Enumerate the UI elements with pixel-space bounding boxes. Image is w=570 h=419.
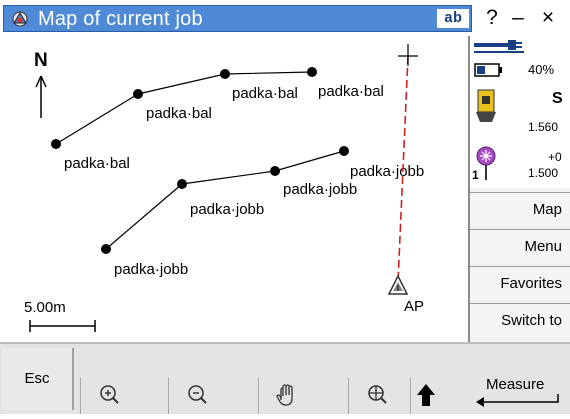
map-point[interactable] (51, 139, 61, 149)
zoom-extents-icon (368, 385, 387, 404)
point-label: padka·bal (146, 105, 212, 122)
map-point[interactable] (270, 166, 280, 176)
measure-label: Measure (486, 376, 545, 393)
zoom-in-icon (100, 385, 119, 404)
status-panel[interactable]: 40% S 1.560 1 +0 1.500 (470, 36, 570, 188)
measure-button[interactable]: Measure (470, 348, 568, 410)
station-label: AP (404, 298, 424, 315)
instrument-icon (476, 89, 496, 122)
point-label: padka·jobb (350, 163, 424, 180)
app-icon (12, 11, 28, 27)
close-button[interactable]: × (538, 5, 558, 31)
zoom-in-button[interactable] (80, 378, 139, 414)
point-label: padka·bal (232, 85, 298, 102)
help-button[interactable]: ? (482, 5, 502, 31)
minimize-button[interactable]: – (508, 5, 528, 31)
point-label: padka·bal (318, 83, 384, 100)
zoom-extents-button[interactable] (348, 378, 407, 414)
favorites-button[interactable]: Favorites (470, 266, 570, 300)
scale-label: 5.00m (24, 299, 66, 316)
point-label: padka·bal (64, 155, 130, 172)
title-bar-blue: Map of current job ab (3, 5, 472, 32)
map-button[interactable]: Map (470, 192, 570, 226)
map-point[interactable] (339, 146, 349, 156)
ab-toggle-button[interactable]: ab (437, 9, 469, 28)
map-point[interactable] (220, 69, 230, 79)
pan-button[interactable] (258, 378, 317, 414)
instrument-height: 1.560 (528, 120, 559, 134)
hand-pan-icon (276, 384, 293, 406)
point-label: padka·jobb (283, 181, 357, 198)
target-height: 1.500 (528, 166, 559, 180)
scale-bar (29, 320, 96, 332)
map-point[interactable] (101, 244, 111, 254)
battery-icon (474, 63, 502, 77)
map-point[interactable] (177, 179, 187, 189)
sidebar: 40% S 1.560 1 +0 1.500 Map Menu Favorite… (468, 36, 570, 342)
point-label: padka·jobb (114, 261, 188, 278)
window-title: Map of current job (38, 8, 203, 30)
map-canvas[interactable]: N padka·bal padka·bal padka·bal padka·ba… (0, 36, 466, 342)
point-label: padka·jobb (190, 201, 264, 218)
target-number: 1 (472, 168, 479, 182)
shift-up-button[interactable] (410, 378, 441, 414)
zoom-out-button[interactable] (168, 378, 227, 414)
enter-arrow-icon (476, 394, 559, 407)
line-padka-jobb[interactable] (105, 150, 345, 250)
battery-percent: 40% (528, 62, 555, 77)
map-point[interactable] (133, 89, 143, 99)
esc-button[interactable]: Esc (2, 348, 74, 410)
target-crosshair-icon (398, 44, 418, 66)
instrument-code: S (552, 90, 563, 107)
north-label: N (34, 50, 48, 71)
menu-button[interactable]: Menu (470, 229, 570, 263)
target-offset: +0 (548, 150, 562, 164)
switch-to-button[interactable]: Switch to (470, 303, 570, 337)
north-arrow-icon (35, 75, 47, 118)
bottom-toolbar: Esc Measure (0, 342, 570, 414)
map-view[interactable]: N padka·bal padka·bal padka·bal padka·ba… (0, 36, 466, 342)
connection-plug-icon (474, 40, 524, 53)
map-point[interactable] (307, 67, 317, 77)
station-triangle-icon[interactable] (387, 274, 409, 295)
title-bar: Map of current job ab ? – × (0, 0, 570, 36)
zoom-out-icon (188, 385, 207, 404)
arrow-up-icon (417, 384, 435, 406)
